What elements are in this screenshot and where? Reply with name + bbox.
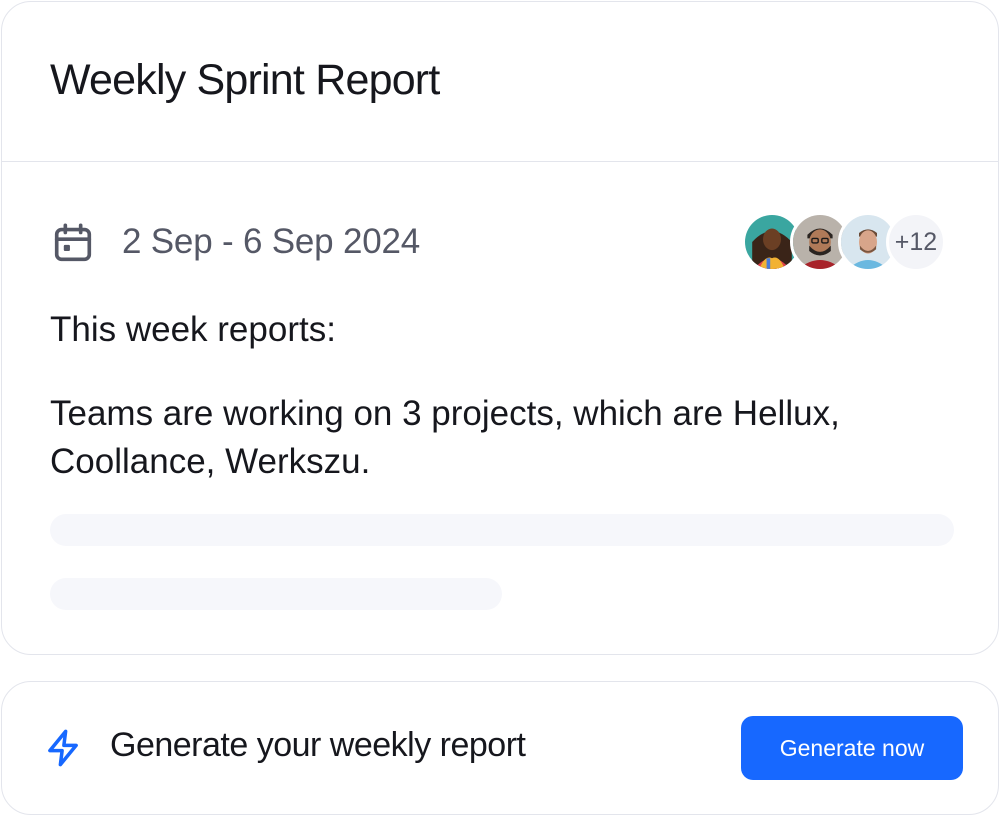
report-summary: Teams are working on 3 projects, which a…: [50, 394, 840, 481]
calendar-icon: [54, 223, 92, 262]
skeleton-line: [50, 514, 954, 546]
date-row: 2 Sep - 6 Sep 2024 +12: [50, 212, 950, 272]
generate-report-panel: Generate your weekly report Generate now: [1, 681, 999, 815]
generate-now-button[interactable]: Generate now: [741, 716, 963, 780]
team-avatars[interactable]: +12: [742, 212, 952, 272]
skeleton-line: [50, 578, 502, 610]
date-range: 2 Sep - 6 Sep 2024: [122, 222, 421, 261]
more-members-badge[interactable]: +12: [886, 212, 946, 272]
card-title: Weekly Sprint Report: [50, 56, 440, 104]
lightning-bolt-icon: [48, 729, 78, 767]
sprint-report-card: Weekly Sprint Report 2 Sep - 6 Sep 2024: [1, 1, 999, 655]
report-intro: This week reports:: [50, 310, 336, 349]
cta-text: Generate your weekly report: [110, 726, 526, 764]
card-header: Weekly Sprint Report: [2, 2, 998, 162]
